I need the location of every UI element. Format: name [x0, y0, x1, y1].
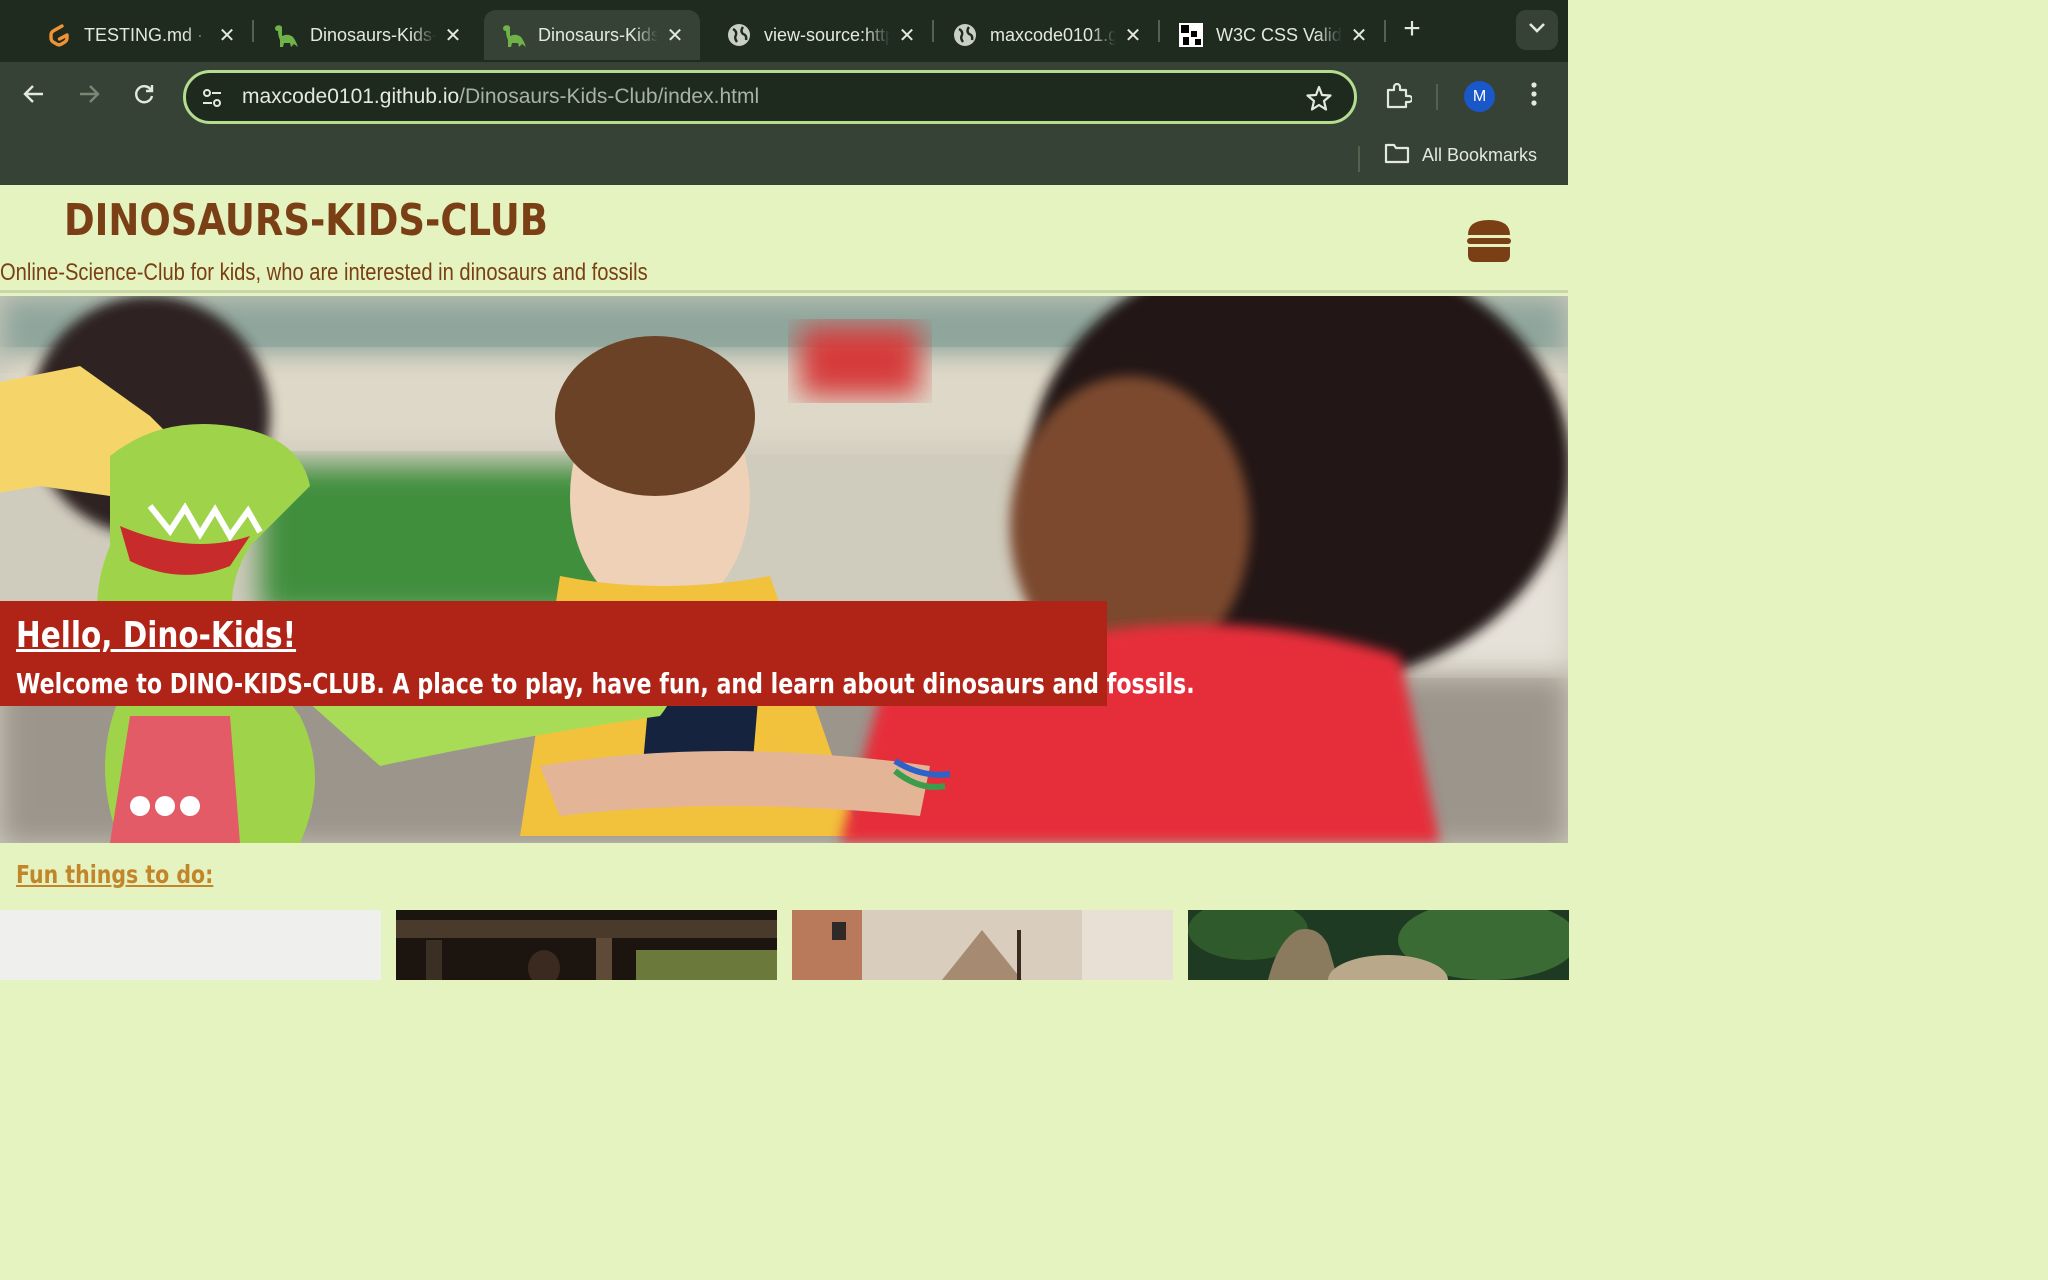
url-path: /Dinosaurs-Kids-Club/index.html	[459, 85, 760, 108]
dinosaur-icon	[500, 22, 526, 48]
back-button[interactable]	[20, 82, 48, 110]
tab-divider	[932, 20, 934, 42]
tab-search-button[interactable]	[1516, 10, 1558, 50]
hero-title[interactable]: Hello, Dino-Kids!	[16, 615, 296, 656]
tab-dinosaurs-kids-club[interactable]: Dinosaurs-Kids-Club ✕	[256, 10, 478, 60]
tab-title: Dinosaurs-Kids-Club	[538, 24, 658, 45]
card-photo	[396, 910, 777, 980]
toolbar-divider	[1436, 84, 1438, 110]
address-bar[interactable]: maxcode0101.github.io/Dinosaurs-Kids-Clu…	[183, 70, 1357, 124]
tab-testing-md[interactable]: TESTING.md · ✕	[30, 10, 252, 60]
bookmark-star-icon[interactable]	[1306, 85, 1332, 116]
hamburger-icon	[1467, 220, 1511, 262]
tab-title: maxcode0101.github.io	[990, 24, 1116, 45]
tab-title: TESTING.md ·	[84, 24, 204, 45]
hero-banner: Hello, Dino-Kids! Welcome to DINO-KIDS-C…	[0, 601, 1195, 706]
folder-icon	[1384, 142, 1422, 169]
tab-close-button[interactable]: ✕	[1348, 24, 1370, 47]
all-bookmarks-button[interactable]: All Bookmarks	[1384, 142, 1537, 169]
chevron-down-icon	[1528, 21, 1546, 39]
tab-w3c-css-validator[interactable]: W3C CSS Validator ✕	[1162, 10, 1384, 60]
site-info-icon[interactable]	[200, 86, 224, 115]
reload-button[interactable]	[130, 82, 158, 110]
card-photo	[792, 910, 1173, 980]
all-bookmarks-label: All Bookmarks	[1422, 145, 1538, 165]
extensions-puzzle-icon[interactable]	[1384, 82, 1414, 115]
hero-welcome-text: Welcome to DINO-KIDS-CLUB. A place to pl…	[16, 667, 1195, 700]
tab-title: view-source:https://maxcode0101.github.i…	[764, 24, 890, 45]
profile-avatar[interactable]: M	[1464, 81, 1495, 112]
globe-icon	[952, 22, 978, 48]
tab-close-button[interactable]: ✕	[442, 24, 464, 47]
bookmarks-divider	[1358, 146, 1360, 172]
tab-view-source[interactable]: view-source:https://maxcode0101.github.i…	[710, 10, 932, 60]
gitpod-icon	[46, 22, 72, 48]
hamburger-menu-button[interactable]	[1466, 219, 1512, 263]
arrow-right-icon	[77, 82, 101, 111]
tab-close-button[interactable]: ✕	[1122, 24, 1144, 47]
tab-title: W3C CSS Validator	[1216, 24, 1342, 45]
url-text[interactable]: maxcode0101.github.io/Dinosaurs-Kids-Clu…	[242, 85, 759, 109]
activity-card-image[interactable]	[1188, 910, 1569, 980]
tab-close-button[interactable]: ✕	[216, 24, 238, 47]
tab-dinosaurs-kids-club-active[interactable]: Dinosaurs-Kids-Club ✕	[484, 10, 700, 60]
card-photo	[1188, 910, 1569, 980]
tab-close-button[interactable]: ✕	[896, 24, 918, 47]
site-tagline: Online-Science-Club for kids, who are in…	[0, 259, 648, 286]
hero-section: Hello, Dino-Kids! Welcome to DINO-KIDS-C…	[0, 296, 1568, 843]
reload-icon	[132, 82, 156, 111]
activity-cards	[0, 910, 1569, 980]
fun-things-heading[interactable]: Fun things to do:	[16, 860, 213, 889]
activity-card-image[interactable]	[0, 910, 381, 980]
site-logo[interactable]: DINOSAURS-KIDS-CLUB	[64, 195, 548, 246]
arrow-left-icon	[22, 82, 46, 111]
url-host: maxcode0101.github.io	[242, 85, 460, 108]
activity-card-image[interactable]	[396, 910, 777, 980]
browser-toolbar: maxcode0101.github.io/Dinosaurs-Kids-Clu…	[0, 62, 1568, 185]
forward-button[interactable]	[75, 82, 103, 110]
tab-divider	[252, 20, 254, 42]
tab-divider	[1158, 20, 1160, 42]
w3c-icon	[1178, 22, 1204, 48]
site-header: DINOSAURS-KIDS-CLUB Online-Science-Club …	[0, 185, 1568, 293]
activity-card-image[interactable]	[792, 910, 1173, 980]
tab-close-button[interactable]: ✕	[664, 24, 686, 47]
new-tab-button[interactable]: +	[1398, 14, 1426, 44]
hero-photo	[0, 296, 1568, 843]
browser-menu-button[interactable]	[1520, 81, 1548, 111]
globe-icon	[726, 22, 752, 48]
tab-title: Dinosaurs-Kids-Club	[310, 24, 436, 45]
tab-divider	[1384, 20, 1386, 42]
browser-tab-strip: TESTING.md · ✕ Dinosaurs-Kids-Club ✕ Din…	[0, 0, 1568, 62]
more-vert-icon	[1530, 81, 1538, 111]
tab-maxcode0101[interactable]: maxcode0101.github.io ✕	[936, 10, 1158, 60]
dinosaur-icon	[272, 22, 298, 48]
